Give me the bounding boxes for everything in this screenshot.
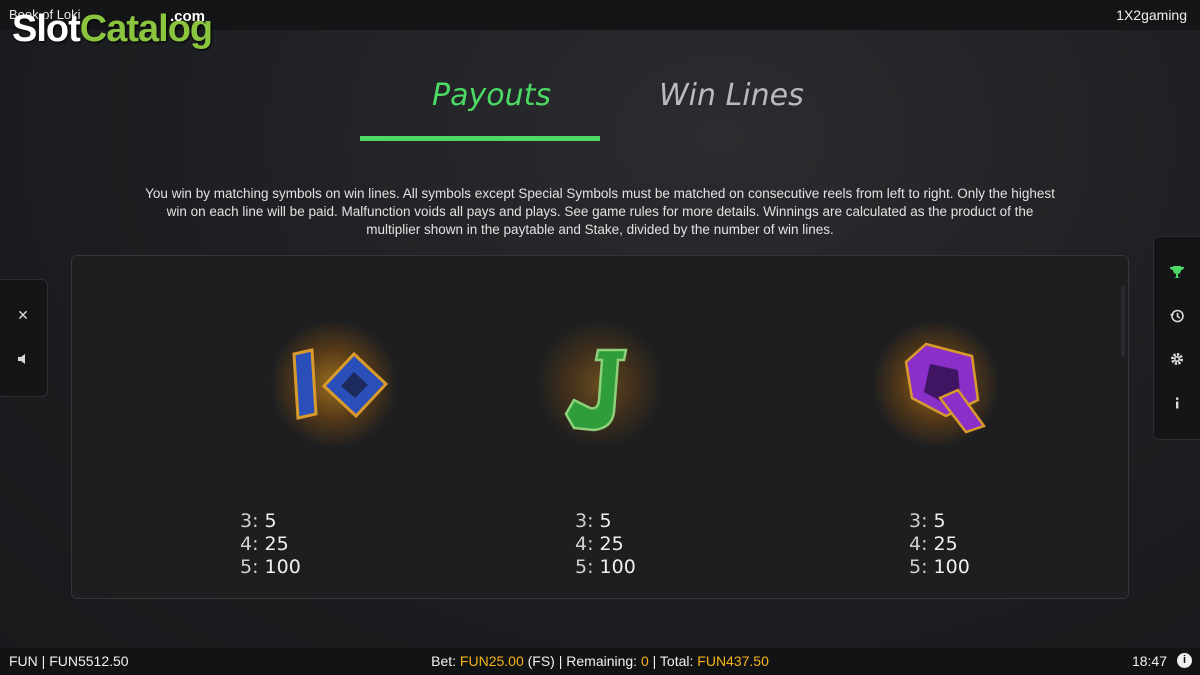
bet-info: Bet: FUN25.00 (FS) | Remaining: 0 | Tota… [431,653,769,669]
pay-row: 3: 5 [575,510,612,532]
tab-payouts[interactable]: Payouts [432,78,551,113]
pay-row: 4: 25 [909,533,958,555]
info-icon[interactable] [1167,393,1187,413]
queen-symbol-icon [866,314,1006,454]
pay-row: 4: 25 [240,533,289,555]
left-sidebar: ✕ [0,279,48,397]
pay-row: 5: 100 [575,556,636,578]
pay-row: 4: 25 [575,533,624,555]
pays-queen: 3: 5 4: 25 5: 100 [909,510,970,579]
remaining-value: 0 [640,653,649,669]
pay-row: 3: 5 [909,510,946,532]
settings-gear-icon[interactable] [1167,349,1187,369]
ten-symbol-icon [264,314,404,454]
tab-win-lines[interactable]: Win Lines [659,78,804,113]
pay-row: 5: 100 [909,556,970,578]
sound-icon[interactable] [13,349,33,369]
active-tab-underline [360,136,600,141]
history-icon[interactable] [1167,306,1187,326]
total-value: FUN437.50 [697,653,769,669]
clock: 18:47 [1131,653,1167,669]
pays-ten: 3: 5 4: 25 5: 100 [240,510,301,579]
scrollbar[interactable] [1121,286,1125,356]
pay-row: 3: 5 [240,510,277,532]
jack-symbol-icon [530,314,670,454]
right-sidebar [1153,236,1200,440]
pays-jack: 3: 5 4: 25 5: 100 [575,510,636,579]
payout-description: You win by matching symbols on win lines… [145,186,1055,237]
pay-row: 5: 100 [240,556,301,578]
paytable-panel: 3: 5 4: 25 5: 100 3: 5 4: 25 5: 100 3: 5… [71,255,1129,599]
footer-info-icon[interactable]: i [1177,653,1192,668]
bottom-bar: FUN | FUN5512.50 Bet: FUN25.00 (FS) | Re… [0,648,1200,675]
close-icon[interactable]: ✕ [13,305,33,325]
trophy-icon[interactable] [1167,262,1187,282]
slotcatalog-watermark: SlotCatalog .com [12,8,213,50]
brand-name: 1X2gaming [1116,7,1187,23]
bet-value: FUN25.00 [459,653,524,669]
